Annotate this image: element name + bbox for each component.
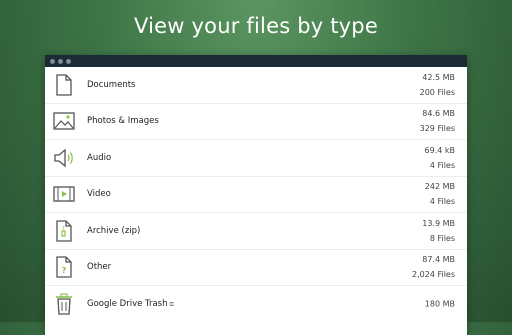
row-count: 4 Files [429,197,455,207]
app-window: Documents 42.5 MB 200 Files Photos & Ima… [45,55,467,335]
row-label: Documents [87,79,136,90]
row-stats: 87.4 MB 2,024 Files [412,252,455,282]
row-size: 87.4 MB [422,255,455,265]
row-size: 84.6 MB [422,109,455,119]
file-type-row-photos-images[interactable]: Photos & Images 84.6 MB 329 Files [45,104,467,140]
row-size: 69.4 kB [424,145,455,155]
row-stats: 242 MB 4 Files [425,179,455,209]
row-count: 329 Files [419,124,455,134]
row-count: 200 Files [419,87,455,97]
file-type-row-google-drive-trash[interactable]: Google Drive Trash ⧉ 180 MB [45,286,467,323]
file-type-row-documents[interactable]: Documents 42.5 MB 200 Files [45,67,467,104]
file-type-row-other[interactable]: ? Other 87.4 MB 2,024 Files [45,250,467,286]
row-size: 180 MB [424,299,455,309]
row-label-text: Google Drive Trash [87,299,168,310]
row-label: Audio [87,152,112,163]
row-stats: 84.6 MB 329 Files [420,106,455,136]
row-stats: 13.9 MB 8 Files [422,216,455,246]
row-stats: 69.4 kB 4 Files [425,143,455,173]
row-size: 242 MB [424,182,455,192]
video-icon [53,182,75,206]
file-type-row-audio[interactable]: Audio 69.4 kB 4 Files [45,140,467,177]
file-type-row-archive[interactable]: Archive (zip) 13.9 MB 8 Files [45,213,467,250]
window-maximize-dot[interactable] [66,58,71,64]
window-titlebar [45,55,467,67]
file-type-row-video[interactable]: Video 242 MB 4 Files [45,177,467,213]
trash-icon [53,292,75,316]
row-stats: 42.5 MB 200 Files [420,70,455,100]
archive-icon [53,219,75,243]
row-stats: 180 MB [425,297,455,312]
row-count: 8 Files [429,233,455,243]
row-label: Google Drive Trash ⧉ [87,299,174,309]
row-size: 42.5 MB [422,72,455,82]
row-size: 13.9 MB [422,218,455,228]
row-label: Other [87,262,112,273]
window-close-dot[interactable] [50,58,55,64]
other-file-icon: ? [53,255,75,279]
row-count: 2,024 Files [412,270,455,280]
row-count: 4 Files [429,160,455,170]
audio-icon [53,146,75,170]
row-label: Photos & Images [87,116,159,127]
row-label: Video [87,189,111,200]
external-link-icon[interactable]: ⧉ [170,301,174,308]
window-minimize-dot[interactable] [58,58,63,64]
row-label: Archive (zip) [87,225,141,236]
headline: View your files by type [134,14,378,38]
svg-text:?: ? [62,266,67,275]
document-icon [53,73,75,97]
image-icon [53,109,75,133]
